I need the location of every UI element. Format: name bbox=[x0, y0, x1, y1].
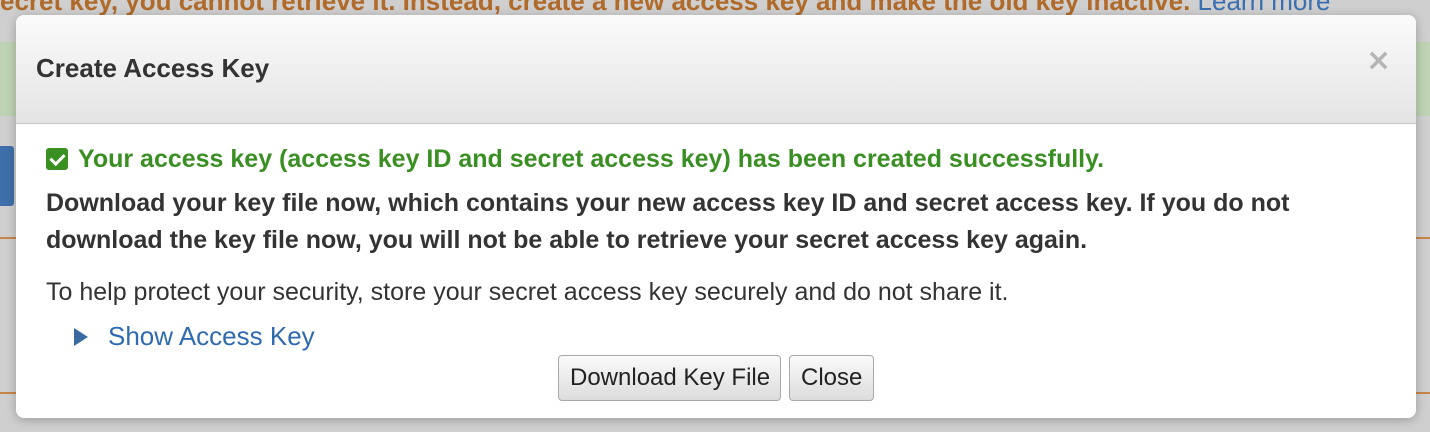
background-warning-text: ecret key, you cannot retrieve it. Inste… bbox=[0, 0, 1430, 16]
security-help-text: To help protect your security, store you… bbox=[46, 278, 1009, 306]
download-key-file-button[interactable]: Download Key File bbox=[558, 355, 781, 401]
triangle-right-icon bbox=[74, 328, 88, 346]
close-icon[interactable]: × bbox=[1366, 46, 1391, 76]
success-message-text: Your access key (access key ID and secre… bbox=[78, 145, 1105, 173]
show-access-key-toggle[interactable]: Show Access Key bbox=[74, 321, 315, 352]
create-access-key-dialog: Create Access Key × Your access key (acc… bbox=[16, 15, 1416, 418]
download-warning-text: Download your key file now, which contai… bbox=[46, 189, 1290, 254]
background-learn-more-link: Learn more bbox=[1197, 0, 1331, 16]
background-blue-button bbox=[0, 146, 14, 206]
close-button[interactable]: Close bbox=[789, 355, 874, 401]
success-message: Your access key (access key ID and secre… bbox=[46, 145, 1104, 174]
show-access-key-label[interactable]: Show Access Key bbox=[108, 321, 315, 351]
check-square-icon bbox=[46, 148, 68, 170]
dialog-header: Create Access Key × bbox=[16, 15, 1416, 124]
background-text: ecret key, you cannot retrieve it. Inste… bbox=[0, 0, 1191, 16]
dialog-title: Create Access Key bbox=[36, 53, 270, 83]
